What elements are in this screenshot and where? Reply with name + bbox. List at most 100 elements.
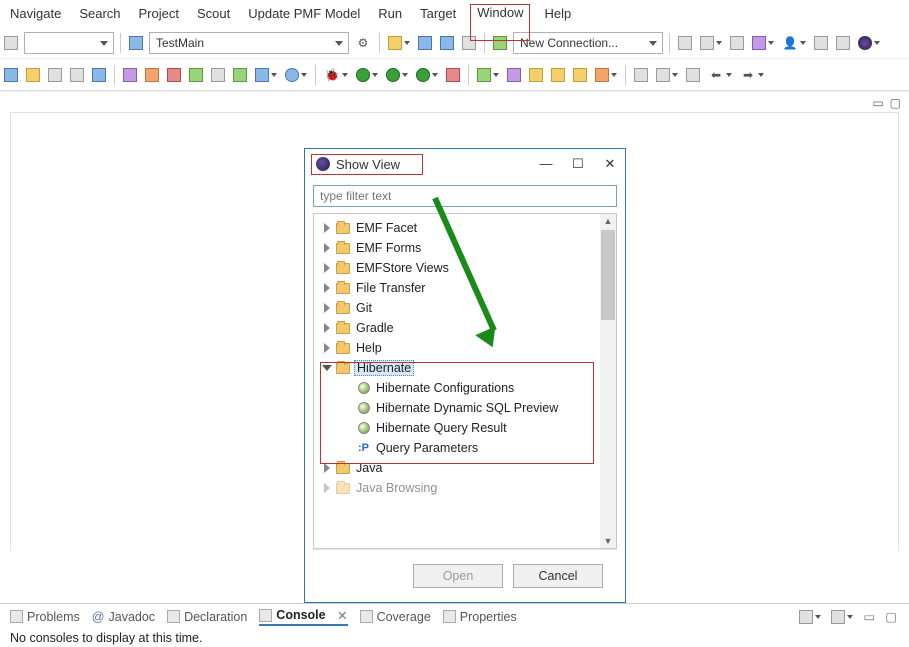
tree-item-emfstore-views[interactable]: EMFStore Views bbox=[314, 258, 600, 278]
tab-properties[interactable]: Properties bbox=[443, 610, 517, 624]
tb2-7[interactable] bbox=[143, 66, 161, 84]
menu-help[interactable]: Help bbox=[544, 6, 571, 21]
tb-user-icon[interactable]: 👤 bbox=[780, 33, 808, 53]
tb2-ext-run-icon[interactable] bbox=[414, 66, 440, 84]
tree-item-gradle[interactable]: Gradle bbox=[314, 318, 600, 338]
folder-icon bbox=[336, 323, 350, 334]
tb-gear-icon[interactable]: ⚙ bbox=[353, 33, 373, 53]
tab-problems[interactable]: Problems bbox=[10, 610, 80, 624]
tb2-3[interactable] bbox=[46, 66, 64, 84]
tab-declaration[interactable]: Declaration bbox=[167, 610, 247, 624]
tb2-8[interactable] bbox=[165, 66, 183, 84]
tb2-1[interactable] bbox=[2, 66, 20, 84]
tb2-stop-icon[interactable] bbox=[444, 66, 462, 84]
tb-misc-2[interactable] bbox=[698, 34, 724, 52]
tb2-17[interactable] bbox=[571, 66, 589, 84]
menu-navigate[interactable]: Navigate bbox=[10, 6, 61, 21]
folder-icon bbox=[336, 343, 350, 354]
tree-item-git[interactable]: Git bbox=[314, 298, 600, 318]
tb2-11[interactable] bbox=[231, 66, 249, 84]
dialog-titlebar: Show View — ☐ ✕ bbox=[305, 149, 625, 179]
tree-item-hibernate-query-result[interactable]: Hibernate Query Result bbox=[314, 418, 600, 438]
folder-icon bbox=[336, 263, 350, 274]
tb-eclipse-icon[interactable] bbox=[856, 34, 882, 52]
tb2-15[interactable] bbox=[527, 66, 545, 84]
dialog-maximize-icon[interactable]: ☐ bbox=[571, 156, 585, 172]
tb2-13[interactable] bbox=[475, 66, 501, 84]
tb2-21[interactable] bbox=[684, 66, 702, 84]
bottom-tb-min[interactable]: ▭ bbox=[861, 607, 877, 626]
tb2-10[interactable] bbox=[209, 66, 227, 84]
tab-console[interactable]: Console ✕ bbox=[259, 608, 347, 626]
menu-search[interactable]: Search bbox=[79, 6, 120, 21]
tb-misc-3[interactable] bbox=[728, 34, 746, 52]
separator bbox=[669, 33, 670, 53]
tb2-16[interactable] bbox=[549, 66, 567, 84]
tb2-back-icon[interactable]: ⬅ bbox=[706, 65, 734, 85]
bottom-tb-2[interactable] bbox=[829, 607, 855, 626]
tb2-refresh-icon[interactable] bbox=[283, 66, 309, 84]
tree-item-emf-facet[interactable]: EMF Facet bbox=[314, 218, 600, 238]
tb2-6[interactable] bbox=[121, 66, 139, 84]
tree-item-hibernate-dynamic-sql[interactable]: Hibernate Dynamic SQL Preview bbox=[314, 398, 600, 418]
tb2-2[interactable] bbox=[24, 66, 42, 84]
tb-generic-1[interactable] bbox=[2, 34, 20, 52]
tree-scrollbar[interactable]: ▲ ▼ bbox=[600, 214, 616, 548]
tb2-debug-icon[interactable]: 🐞 bbox=[322, 65, 350, 85]
console-close-icon[interactable]: ✕ bbox=[337, 608, 347, 623]
minimize-view-icon[interactable]: ▭ bbox=[872, 96, 883, 110]
tb-misc-4[interactable] bbox=[750, 34, 776, 52]
dialog-close-icon[interactable]: ✕ bbox=[603, 156, 617, 172]
tb-new[interactable] bbox=[386, 34, 412, 52]
tb2-4[interactable] bbox=[68, 66, 86, 84]
tree-item-java[interactable]: Java bbox=[314, 458, 600, 478]
launch-config-combo[interactable]: TestMain bbox=[149, 32, 349, 54]
tb2-fwd-icon[interactable]: ➡ bbox=[738, 65, 766, 85]
tree-item-java-browsing[interactable]: Java Browsing bbox=[314, 478, 600, 498]
tree-item-help[interactable]: Help bbox=[314, 338, 600, 358]
menu-project[interactable]: Project bbox=[139, 6, 179, 21]
menu-run[interactable]: Run bbox=[378, 6, 402, 21]
tree-item-hibernate-configurations[interactable]: Hibernate Configurations bbox=[314, 378, 600, 398]
folder-icon bbox=[336, 463, 350, 474]
tb-misc-6[interactable] bbox=[834, 34, 852, 52]
tab-javadoc[interactable]: @Javadoc bbox=[92, 610, 155, 624]
tree-item-query-parameters[interactable]: :PQuery Parameters bbox=[314, 438, 600, 458]
coverage-icon bbox=[360, 610, 373, 623]
tb-save-all[interactable] bbox=[438, 34, 456, 52]
menu-update-pmf[interactable]: Update PMF Model bbox=[248, 6, 360, 21]
tree-item-file-transfer[interactable]: File Transfer bbox=[314, 278, 600, 298]
maximize-view-icon[interactable]: ▢ bbox=[890, 96, 901, 110]
bottom-tb-max[interactable]: ▢ bbox=[883, 607, 899, 626]
tb2-coverage-icon[interactable] bbox=[384, 66, 410, 84]
dialog-minimize-icon[interactable]: — bbox=[539, 156, 553, 172]
tb2-20[interactable] bbox=[654, 66, 680, 84]
menu-scout[interactable]: Scout bbox=[197, 6, 230, 21]
bottom-toolbar: ▭ ▢ bbox=[797, 607, 899, 626]
eclipse-icon bbox=[316, 157, 330, 171]
tb2-14[interactable] bbox=[505, 66, 523, 84]
open-button[interactable]: Open bbox=[413, 564, 503, 588]
cancel-button[interactable]: Cancel bbox=[513, 564, 603, 588]
tb2-19[interactable] bbox=[632, 66, 650, 84]
scroll-up-icon[interactable]: ▲ bbox=[604, 214, 613, 228]
menu-window[interactable]: Window bbox=[470, 4, 530, 41]
tb2-5[interactable] bbox=[90, 66, 108, 84]
filter-input[interactable] bbox=[313, 185, 617, 207]
bottom-tb-1[interactable] bbox=[797, 607, 823, 626]
tb2-18[interactable] bbox=[593, 66, 619, 84]
launch-mode-combo[interactable] bbox=[24, 32, 114, 54]
tree-item-hibernate[interactable]: Hibernate bbox=[314, 358, 600, 378]
tb2-9[interactable] bbox=[187, 66, 205, 84]
tb2-12[interactable] bbox=[253, 66, 279, 84]
scroll-down-icon[interactable]: ▼ bbox=[604, 534, 613, 548]
tb2-run-icon[interactable] bbox=[354, 66, 380, 84]
tb-misc-1[interactable] bbox=[676, 34, 694, 52]
new-connection-combo[interactable]: New Connection... bbox=[513, 32, 663, 54]
tb-misc-5[interactable] bbox=[812, 34, 830, 52]
scroll-thumb[interactable] bbox=[601, 230, 615, 320]
tb-save[interactable] bbox=[416, 34, 434, 52]
menu-target[interactable]: Target bbox=[420, 6, 456, 21]
tab-coverage[interactable]: Coverage bbox=[360, 610, 431, 624]
tb-new-wizard[interactable] bbox=[127, 34, 145, 52]
